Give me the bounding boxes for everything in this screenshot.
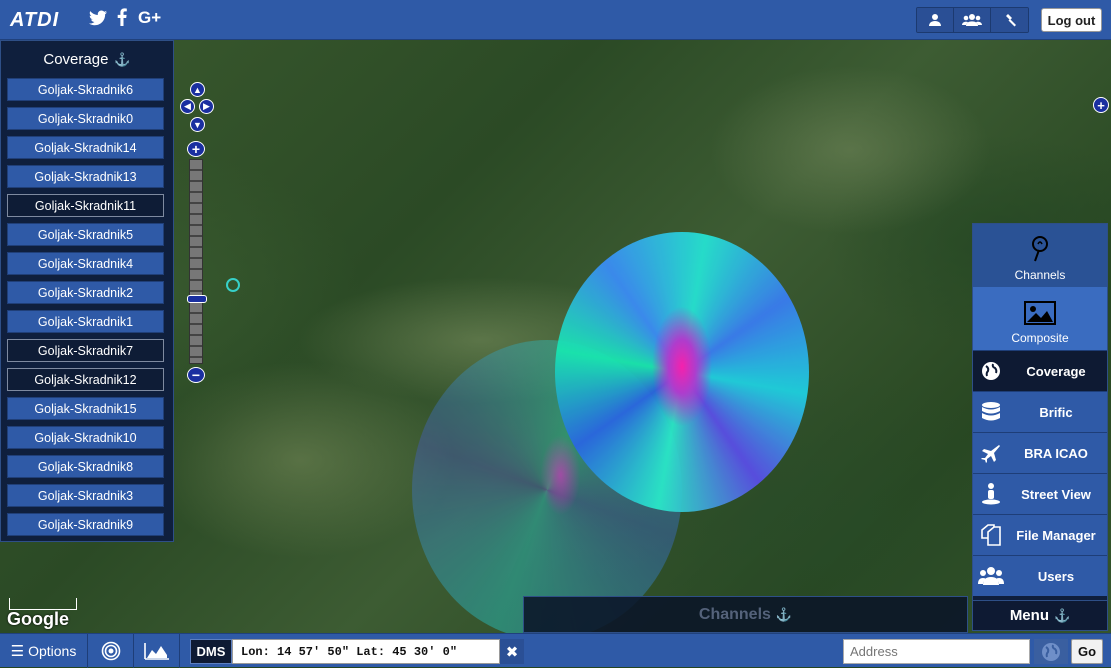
coverage-item[interactable]: Goljak-Skradnik8 (7, 455, 164, 478)
coverage-item[interactable]: Goljak-Skradnik14 (7, 136, 164, 159)
pan-down-icon[interactable]: ▼ (190, 117, 205, 132)
coverage-panel: Coverage ⚓ Goljak-Skradnik6 Goljak-Skrad… (0, 40, 174, 542)
hammer-icon[interactable] (991, 8, 1028, 32)
menu-coverage[interactable]: Coverage (973, 350, 1107, 391)
menu-composite-label: Composite (1011, 331, 1069, 345)
pegman-icon (973, 483, 1009, 505)
pan-right-icon[interactable]: ▶ (199, 99, 214, 114)
google-logo: Google (7, 609, 69, 629)
coverage-item[interactable]: Goljak-Skradnik15 (7, 397, 164, 420)
logout-button[interactable]: Log out (1041, 8, 1102, 32)
zoom-control: + − (187, 141, 207, 383)
pan-control: ▲ ◀ ▶ ▼ (180, 82, 214, 134)
channels-tab-label: Channels (698, 605, 771, 623)
airplane-icon (973, 443, 1009, 463)
coverage-panel-title: Coverage (43, 51, 109, 68)
atdi-logo[interactable]: ATDI (10, 9, 59, 32)
twitter-icon[interactable] (89, 10, 107, 31)
target-icon[interactable] (88, 634, 134, 668)
pan-left-icon[interactable]: ◀ (180, 99, 195, 114)
hamburger-icon: ☰ (10, 643, 25, 660)
map-marker[interactable] (226, 278, 240, 292)
go-button[interactable]: Go (1071, 639, 1103, 664)
user-icon[interactable] (917, 8, 954, 32)
menu-footer[interactable]: Menu ⚓ (973, 600, 1107, 630)
coverage-item[interactable]: Goljak-Skradnik2 (7, 281, 164, 304)
files-icon (973, 524, 1009, 546)
menu-coverage-label: Coverage (1026, 363, 1086, 379)
coverage-item[interactable]: Goljak-Skradnik1 (7, 310, 164, 333)
zoom-slider-handle[interactable] (187, 295, 207, 303)
pan-up-icon[interactable]: ▲ (190, 82, 205, 97)
menu-channels[interactable]: Channels (973, 224, 1107, 287)
menu-users[interactable]: Users (973, 555, 1107, 596)
facebook-icon[interactable] (117, 8, 127, 31)
coverage-item[interactable]: Goljak-Skradnik12 (7, 368, 164, 391)
anchor-icon[interactable]: ⚓ (776, 607, 792, 623)
zoom-in-button[interactable]: + (187, 141, 205, 157)
google-plus-icon[interactable]: G+ (138, 8, 161, 28)
terrain-profile-icon[interactable] (134, 634, 180, 668)
coverage-item[interactable]: Goljak-Skradnik4 (7, 252, 164, 275)
database-icon (973, 401, 1009, 423)
menu-brific[interactable]: Brific (973, 391, 1107, 432)
menu-file-manager-label: File Manager (1016, 527, 1096, 543)
coverage-item[interactable]: Goljak-Skradnik10 (7, 426, 164, 449)
menu-channels-label: Channels (1014, 268, 1066, 282)
top-toolbar (916, 7, 1029, 33)
coverage-item[interactable]: Goljak-Skradnik11 (7, 194, 164, 217)
menu-street-view[interactable]: Street View (973, 473, 1107, 514)
menu-composite[interactable]: Composite (973, 287, 1107, 350)
bottom-bar: ☰ Options DMS Lon: 14 57' 50" Lat: 45 30… (0, 633, 1111, 668)
anchor-icon[interactable]: ⚓ (114, 52, 130, 68)
coordinates-display: Lon: 14 57' 50" Lat: 45 30' 0" (232, 639, 500, 664)
menu-street-view-label: Street View (1021, 486, 1091, 502)
globe-icon (1042, 642, 1060, 661)
coverage-item[interactable]: Goljak-Skradnik5 (7, 223, 164, 246)
right-menu: Channels Composite Coverage Brific BRA I… (972, 223, 1108, 631)
anchor-icon[interactable]: ⚓ (1054, 608, 1070, 624)
expand-plus-icon[interactable]: + (1093, 97, 1109, 113)
users-icon[interactable] (954, 8, 991, 32)
users-icon (973, 566, 1009, 586)
menu-brific-label: Brific (1039, 404, 1073, 420)
options-label: Options (28, 643, 77, 659)
channel-pin-icon (1030, 236, 1050, 265)
coverage-item[interactable]: Goljak-Skradnik13 (7, 165, 164, 188)
coverage-list: Goljak-Skradnik6 Goljak-Skradnik0 Goljak… (1, 78, 173, 536)
coverage-item[interactable]: Goljak-Skradnik6 (7, 78, 164, 101)
geolocate-button[interactable] (1034, 639, 1068, 664)
options-button[interactable]: ☰ Options (0, 634, 88, 668)
address-input[interactable] (843, 639, 1030, 664)
menu-footer-label: Menu (1009, 607, 1049, 624)
image-icon (1024, 301, 1056, 328)
coverage-item[interactable]: Goljak-Skradnik3 (7, 484, 164, 507)
top-bar: ATDI G+ Log out (0, 0, 1111, 40)
dms-button[interactable]: DMS (190, 639, 232, 664)
close-icon[interactable]: ✖ (500, 639, 524, 664)
coverage-item[interactable]: Goljak-Skradnik0 (7, 107, 164, 130)
coverage-item[interactable]: Goljak-Skradnik7 (7, 339, 164, 362)
globe-icon (973, 361, 1009, 381)
menu-bra-icao-label: BRA ICAO (1024, 445, 1088, 461)
channels-tab[interactable]: Channels ⚓ (523, 596, 968, 633)
coverage-item[interactable]: Goljak-Skradnik9 (7, 513, 164, 536)
menu-users-label: Users (1037, 568, 1075, 584)
menu-bra-icao[interactable]: BRA ICAO (973, 432, 1107, 473)
coverage-overlay-primary (555, 232, 809, 512)
menu-file-manager[interactable]: File Manager (973, 514, 1107, 555)
zoom-slider[interactable] (187, 159, 207, 364)
coverage-panel-header[interactable]: Coverage ⚓ (1, 41, 173, 78)
zoom-out-button[interactable]: − (187, 367, 205, 383)
